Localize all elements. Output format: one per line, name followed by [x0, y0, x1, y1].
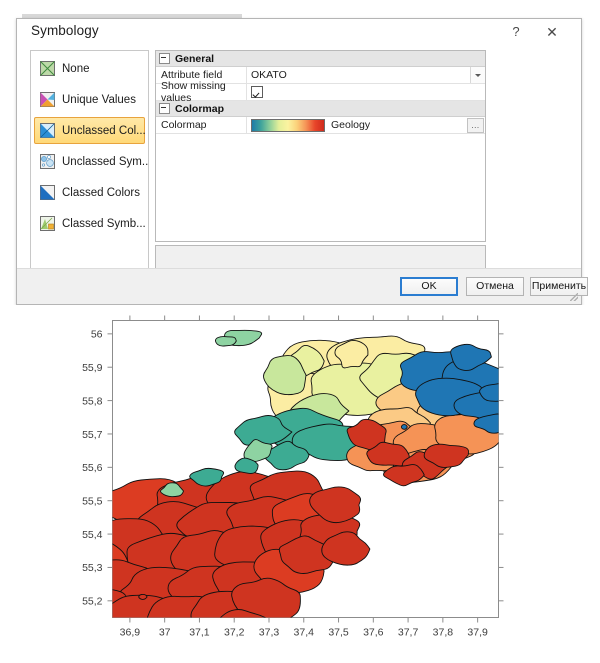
y-tick-label: 55,7 [82, 429, 103, 441]
y-tick-label: 56 [91, 329, 103, 341]
row-colormap: Colormap Geology ... [156, 117, 485, 134]
method-item-unclassed-symbols[interactable]: Unclassed Sym... [34, 148, 148, 175]
y-tick-label: 55,8 [82, 395, 103, 407]
symbology-dialog: Symbology ? ✕ None Unique Values Unclass… [16, 18, 588, 305]
map-region[interactable] [138, 593, 148, 600]
x-tick-label: 37,9 [467, 627, 488, 639]
map-figure: 36,9 37 37,1 37,2 37,3 37,4 37,5 37,6 37,7 37,8 37… [0, 305, 600, 663]
collapse-icon[interactable] [159, 53, 170, 64]
y-tick-label: 55,6 [82, 462, 103, 474]
chevron-down-icon[interactable] [470, 67, 485, 83]
collapse-icon[interactable] [159, 103, 170, 114]
y-tick-label: 55,3 [82, 562, 103, 574]
method-label: Unique Values [62, 93, 136, 106]
attribute-field-value: OKATO [251, 69, 287, 81]
symbology-unclassed-colors-icon [40, 123, 55, 138]
y-tick-label: 55,5 [82, 496, 103, 508]
row-show-missing-values: Show missing values [156, 80, 485, 104]
x-tick-label: 37 [159, 627, 171, 639]
method-label: Unclassed Sym... [62, 155, 149, 168]
method-label: Classed Colors [62, 186, 140, 199]
help-icon[interactable]: ? [503, 22, 529, 42]
symbology-classed-colors-icon [40, 185, 55, 200]
method-item-classed-symbols[interactable]: Classed Symb... [34, 210, 146, 237]
dialog-titlebar: Symbology ? ✕ [17, 19, 581, 45]
x-tick-label: 37,6 [363, 627, 384, 639]
ok-button[interactable]: OK [400, 277, 458, 296]
x-tick-label: 37,4 [294, 627, 315, 639]
x-tick-label: 37,2 [224, 627, 245, 639]
x-tick-label: 37,1 [189, 627, 210, 639]
group-header-general[interactable]: General [156, 51, 485, 67]
show-missing-values-checkbox[interactable] [251, 86, 263, 98]
map-region[interactable] [400, 424, 408, 430]
symbology-none-icon [40, 61, 55, 76]
show-missing-values-label: Show missing values [156, 80, 247, 104]
x-tick-label: 37,7 [398, 627, 419, 639]
group-header-colormap[interactable]: Colormap [156, 101, 485, 117]
symbology-unique-values-icon [40, 92, 55, 107]
dialog-footer: OK Отмена Применить [17, 268, 588, 304]
method-label: Unclassed Col... [62, 124, 146, 137]
x-tick-label: 37,5 [328, 627, 349, 639]
choropleth-map[interactable]: 36,9 37 37,1 37,2 37,3 37,4 37,5 37,6 37,7 37,8 37… [0, 305, 600, 663]
method-label: Classed Symb... [62, 217, 146, 230]
close-icon[interactable]: ✕ [539, 22, 565, 42]
symbology-unclassed-symbols-icon [40, 154, 55, 169]
dialog-title: Symbology [31, 23, 99, 38]
colormap-label: Colormap [156, 117, 247, 133]
symbology-method-list[interactable]: None Unique Values Unclassed Col... Uncl… [30, 50, 149, 286]
show-missing-values-cell [247, 84, 485, 100]
group-title: General [175, 52, 215, 65]
y-tick-label: 55,9 [82, 362, 103, 374]
x-tick-label: 37,8 [433, 627, 454, 639]
symbology-property-grid: General Attribute field OKATO Show missi… [155, 50, 486, 242]
cancel-button[interactable]: Отмена [466, 277, 524, 296]
x-tick-label: 36,9 [120, 627, 141, 639]
apply-button[interactable]: Применить [530, 277, 588, 296]
y-tick-label: 55,4 [82, 529, 103, 541]
method-item-none[interactable]: None [34, 55, 145, 82]
resize-grip-icon[interactable] [570, 293, 578, 301]
colormap-cell[interactable]: Geology ... [247, 117, 485, 133]
y-tick-label: 55,2 [82, 596, 103, 608]
method-label: None [62, 62, 90, 75]
group-title: Colormap [175, 102, 225, 115]
colormap-gradient-swatch[interactable] [251, 118, 325, 132]
colormap-value: Geology [331, 119, 371, 131]
method-item-classed-colors[interactable]: Classed Colors [34, 179, 145, 206]
x-tick-label: 37,3 [259, 627, 280, 639]
method-item-unclassed-colors[interactable]: Unclassed Col... [34, 117, 146, 144]
method-item-unique-values[interactable]: Unique Values [34, 86, 145, 113]
attribute-field-combobox[interactable]: OKATO [247, 67, 485, 83]
colormap-browse-button[interactable]: ... [467, 118, 484, 133]
map-region[interactable] [215, 336, 237, 347]
symbology-classed-symbols-icon [40, 216, 55, 231]
